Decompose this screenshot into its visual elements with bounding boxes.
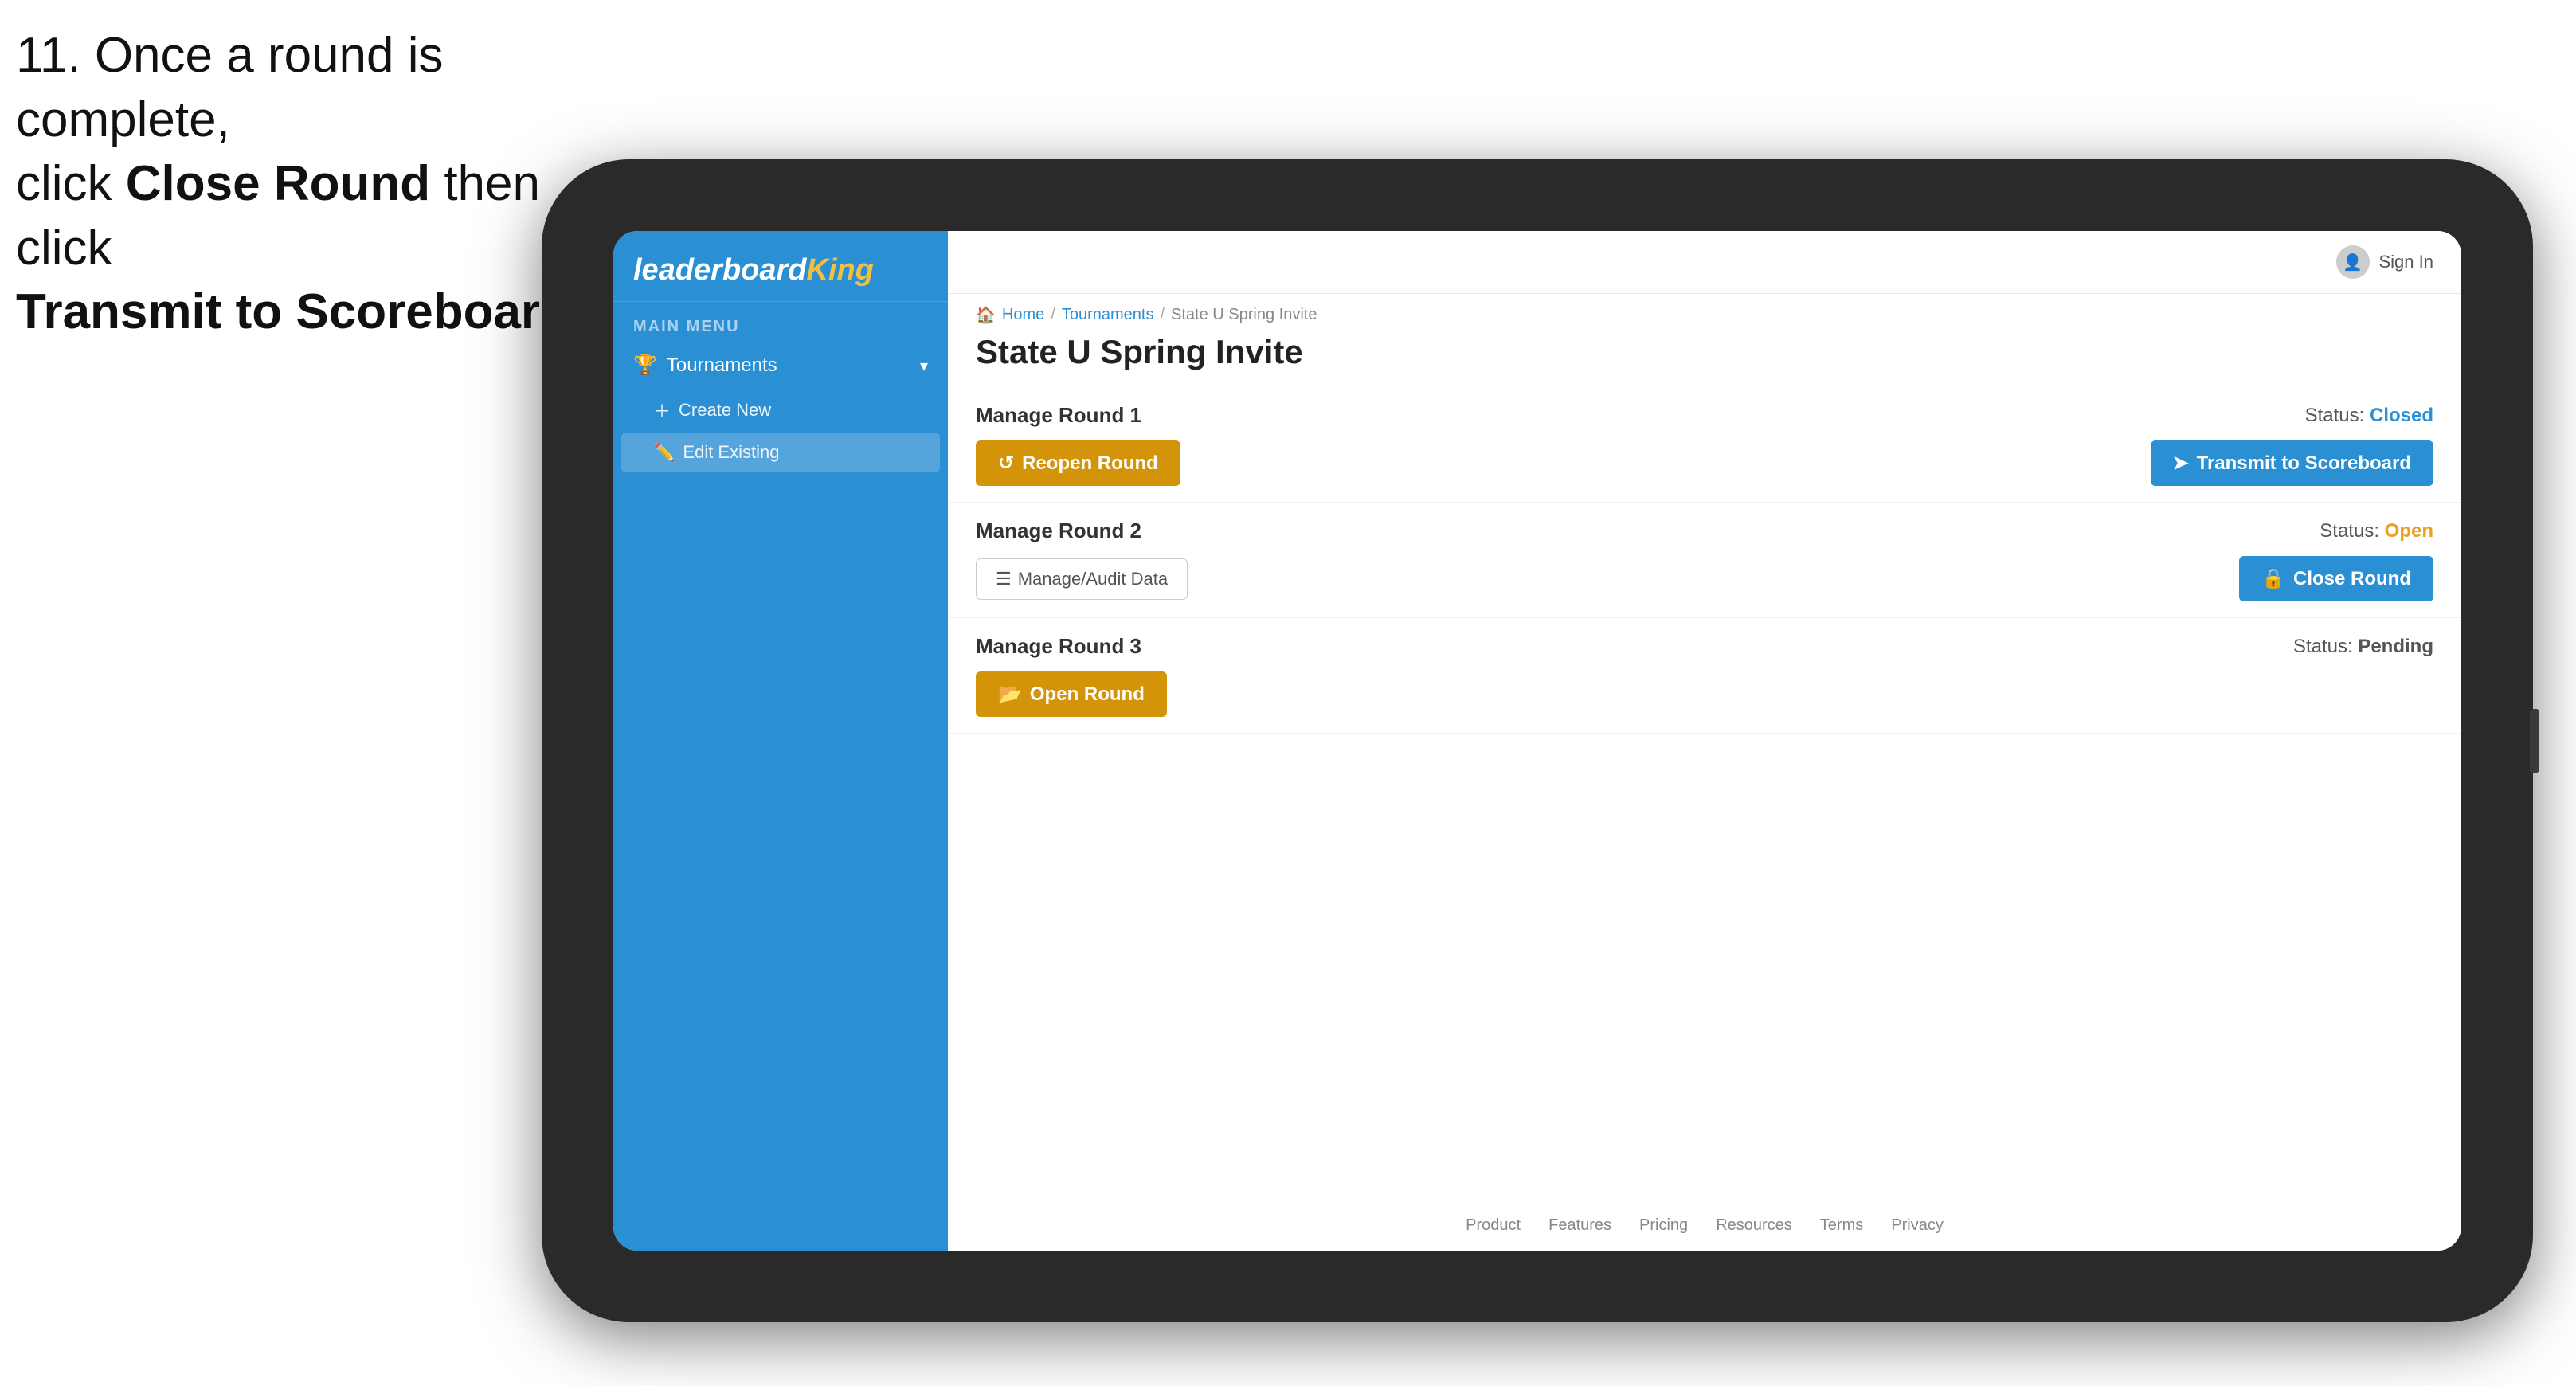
sidebar: leaderboardKing MAIN MENU 🏆 Tournaments … bbox=[613, 231, 948, 1251]
close-round-button[interactable]: 🔒 Close Round bbox=[2239, 556, 2433, 601]
sidebar-item-create-new[interactable]: ＋ Create New bbox=[613, 388, 948, 433]
breadcrumb-current: State U Spring Invite bbox=[1171, 306, 1317, 324]
round-3-section: Manage Round 3 Status: Pending 📂 Open Ro… bbox=[948, 618, 2461, 734]
open-icon: 📂 bbox=[998, 683, 1022, 706]
audit-icon: ☰ bbox=[996, 569, 1012, 589]
instruction-line1: 11. Once a round is complete, bbox=[16, 28, 444, 147]
transmit-to-scoreboard-button[interactable]: ➤ Transmit to Scoreboard bbox=[2151, 440, 2434, 486]
reopen-icon: ↺ bbox=[998, 452, 1014, 475]
logo-area: leaderboardKing bbox=[613, 231, 948, 302]
round-1-section: Manage Round 1 Status: Closed ↺ Reopen R… bbox=[948, 387, 2461, 503]
edit-existing-label: Edit Existing bbox=[683, 442, 779, 463]
page-title: State U Spring Invite bbox=[976, 333, 2433, 371]
plus-icon: ＋ bbox=[653, 397, 671, 423]
round-2-section: Manage Round 2 Status: Open ☰ Manage/Aud… bbox=[948, 503, 2461, 618]
logo-king: King bbox=[807, 253, 874, 287]
open-round-button[interactable]: 📂 Open Round bbox=[976, 671, 1167, 717]
top-bar: 👤 Sign In bbox=[948, 231, 2461, 294]
tablet-side-button bbox=[2530, 709, 2539, 773]
logo-leaderboard: leaderboard bbox=[633, 253, 807, 287]
footer-product[interactable]: Product bbox=[1466, 1216, 1521, 1235]
create-new-label: Create New bbox=[679, 400, 771, 421]
round-1-header: Manage Round 1 Status: Closed bbox=[976, 403, 2433, 428]
round-1-actions: ↺ Reopen Round ➤ Transmit to Scoreboard bbox=[976, 440, 2433, 486]
breadcrumb-sep1: / bbox=[1051, 306, 1055, 324]
reopen-round-button[interactable]: ↺ Reopen Round bbox=[976, 440, 1180, 486]
sidebar-item-edit-existing[interactable]: ✏️ Edit Existing bbox=[621, 433, 940, 472]
sign-in-area[interactable]: 👤 Sign In bbox=[2336, 245, 2434, 279]
instruction-line2: click bbox=[16, 156, 126, 211]
round-2-actions: ☰ Manage/Audit Data 🔒 Close Round bbox=[976, 556, 2433, 601]
sign-in-label: Sign In bbox=[2379, 252, 2434, 272]
footer-privacy[interactable]: Privacy bbox=[1891, 1216, 1944, 1235]
breadcrumb-home[interactable]: Home bbox=[1002, 306, 1044, 324]
breadcrumb: 🏠 Home / Tournaments / State U Spring In… bbox=[948, 294, 2461, 325]
manage-audit-data-button[interactable]: ☰ Manage/Audit Data bbox=[976, 558, 1188, 600]
nav-item-left: 🏆 Tournaments bbox=[633, 354, 777, 377]
round-2-status-value: Open bbox=[2385, 520, 2433, 542]
round-3-actions: 📂 Open Round bbox=[976, 671, 2433, 717]
round-2-title: Manage Round 2 bbox=[976, 519, 1141, 543]
round-1-status: Status: Closed bbox=[2305, 405, 2433, 427]
home-icon: 🏠 bbox=[976, 305, 996, 325]
footer-features[interactable]: Features bbox=[1548, 1216, 1611, 1235]
tablet-screen: leaderboardKing MAIN MENU 🏆 Tournaments … bbox=[613, 231, 2461, 1251]
footer-terms[interactable]: Terms bbox=[1820, 1216, 1863, 1235]
close-round-label: Close Round bbox=[2293, 568, 2411, 590]
round-2-header: Manage Round 2 Status: Open bbox=[976, 519, 2433, 543]
footer: Product Features Pricing Resources Terms… bbox=[948, 1200, 2461, 1251]
main-content: 👤 Sign In 🏠 Home / Tournaments / State U… bbox=[948, 231, 2461, 1251]
open-round-label: Open Round bbox=[1030, 683, 1145, 706]
logo: leaderboardKing bbox=[633, 255, 928, 285]
round-3-header: Manage Round 3 Status: Pending bbox=[976, 634, 2433, 659]
instruction-bold1: Close Round bbox=[126, 156, 430, 211]
breadcrumb-tournaments[interactable]: Tournaments bbox=[1062, 306, 1154, 324]
breadcrumb-sep2: / bbox=[1160, 306, 1165, 324]
trophy-icon: 🏆 bbox=[633, 354, 657, 377]
sidebar-item-tournaments[interactable]: 🏆 Tournaments bbox=[613, 343, 948, 388]
edit-icon: ✏️ bbox=[653, 442, 675, 463]
transmit-icon: ➤ bbox=[2173, 452, 2189, 475]
tablet-bezel: leaderboardKing MAIN MENU 🏆 Tournaments … bbox=[542, 159, 2533, 1322]
page-header: State U Spring Invite bbox=[948, 325, 2461, 387]
instruction-block: 11. Once a round is complete, click Clos… bbox=[16, 24, 589, 345]
round-1-status-value: Closed bbox=[2370, 405, 2433, 426]
manage-audit-label: Manage/Audit Data bbox=[1018, 569, 1168, 589]
tournaments-label: Tournaments bbox=[667, 354, 777, 377]
round-3-title: Manage Round 3 bbox=[976, 634, 1141, 659]
round-3-status: Status: Pending bbox=[2293, 636, 2433, 658]
chevron-down-icon bbox=[920, 354, 928, 377]
round-1-title: Manage Round 1 bbox=[976, 403, 1141, 428]
main-menu-label: MAIN MENU bbox=[613, 302, 948, 343]
round-2-status: Status: Open bbox=[2320, 520, 2433, 542]
footer-pricing[interactable]: Pricing bbox=[1639, 1216, 1688, 1235]
close-icon: 🔒 bbox=[2261, 567, 2285, 590]
transmit-label: Transmit to Scoreboard bbox=[2197, 452, 2411, 475]
round-3-status-value: Pending bbox=[2358, 636, 2433, 657]
reopen-round-label: Reopen Round bbox=[1022, 452, 1158, 475]
footer-resources[interactable]: Resources bbox=[1716, 1216, 1792, 1235]
avatar: 👤 bbox=[2336, 245, 2370, 279]
instruction-bold2: Transmit to Scoreboard. bbox=[16, 284, 584, 339]
